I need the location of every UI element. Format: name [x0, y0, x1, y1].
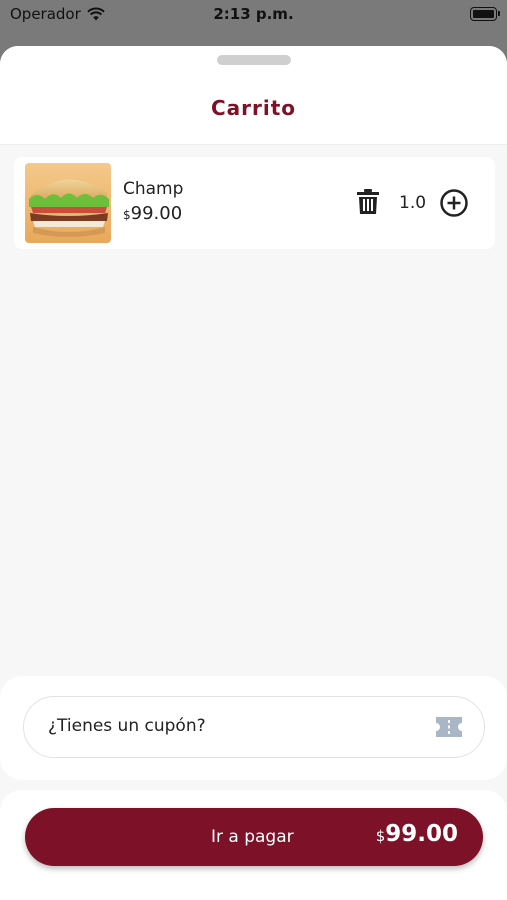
- item-price-currency: $: [123, 208, 131, 222]
- sheet-header: Carrito: [0, 46, 507, 145]
- checkout-button[interactable]: Ir a pagar $99.00: [25, 808, 483, 866]
- coupon-input[interactable]: ¿Tienes un cupón?: [23, 696, 485, 758]
- status-time: 2:13 p.m.: [213, 5, 294, 23]
- item-name: Champ: [123, 179, 184, 199]
- trash-icon: [357, 189, 379, 214]
- item-price-amount: 99.00: [130, 203, 183, 224]
- coupon-panel: ¿Tienes un cupón?: [0, 676, 507, 780]
- checkout-total-amount: 99.00: [385, 821, 458, 847]
- plus-circle-icon: [440, 189, 468, 217]
- checkout-label: Ir a pagar: [211, 827, 294, 847]
- checkout-total-currency: $: [375, 827, 386, 845]
- cart-item: Champ $99.00 1.0: [14, 157, 495, 249]
- cart-sheet: Carrito Champ $99.00 1.0 ¿Tienes un cupó…: [0, 46, 507, 900]
- coupon-placeholder: ¿Tienes un cupón?: [48, 716, 206, 736]
- sheet-grabber[interactable]: [217, 55, 291, 65]
- item-quantity: 1.0: [399, 193, 427, 213]
- ticket-icon: [436, 717, 462, 737]
- checkout-panel: Ir a pagar $99.00: [0, 790, 507, 900]
- status-bar: Operador 2:13 p.m.: [0, 0, 507, 30]
- item-image: [25, 163, 111, 243]
- delete-item-button[interactable]: [357, 189, 383, 217]
- battery-icon: [470, 7, 500, 21]
- page-title: Carrito: [210, 96, 297, 120]
- checkout-total: $99.00: [376, 821, 458, 847]
- increase-quantity-button[interactable]: [439, 188, 469, 218]
- item-price: $99.00: [123, 203, 182, 224]
